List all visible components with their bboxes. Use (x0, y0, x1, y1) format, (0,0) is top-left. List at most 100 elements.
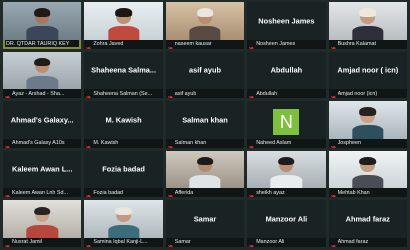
participant-video (84, 200, 163, 238)
participant-tile[interactable]: Fozia badad Fozia badad (84, 150, 163, 198)
participant-tile[interactable]: Mehtab Khan (328, 150, 407, 198)
participant-label: Nosheen James (247, 39, 326, 49)
participant-tile[interactable]: DR. QTDAR TAURIQ KEY (3, 2, 82, 49)
person-silhouette (189, 8, 221, 40)
participant-display-name: Manzoor Ali (265, 214, 308, 224)
participant-label: Afferida (165, 188, 245, 198)
muted-mic-icon (4, 90, 11, 99)
participant-tile[interactable]: Nusrat Jamil (3, 200, 82, 247)
participant-name: Bushra Kalamat (337, 41, 376, 48)
muted-mic-icon (330, 90, 337, 99)
participant-video (328, 101, 407, 139)
participant-name: DR. QTDAR TAURIQ KEY (6, 41, 70, 48)
participant-tile[interactable]: Nosheen James Nosheen James (247, 2, 326, 49)
person-silhouette (107, 8, 140, 40)
muted-mic-icon (4, 239, 11, 247)
participant-tile[interactable]: Shaheena Salma... Shaheena Salman (Se... (84, 51, 163, 99)
muted-mic-icon (4, 189, 11, 198)
participant-label: Mehtab Khan (328, 188, 407, 198)
participant-name: Naheed Aslam (256, 140, 292, 147)
participant-label: naseem kausar (165, 39, 245, 49)
muted-mic-icon (249, 90, 255, 99)
participant-name: Nusrat Jamil (12, 239, 42, 246)
participant-tile[interactable]: Ayaz - Arshad - Sha... (3, 51, 82, 99)
participant-tile[interactable]: sheikh ayaz (247, 150, 326, 198)
participant-tile[interactable]: Zohra Javed (84, 2, 163, 49)
participant-name: Ahmad faraz (337, 239, 369, 246)
participant-tile[interactable]: Samar Samar (165, 200, 245, 247)
muted-mic-icon (249, 239, 255, 247)
participant-name: Manzoor Ali (256, 239, 285, 246)
participant-tile[interactable]: asif ayub asif ayub (165, 51, 245, 99)
participant-display-name: Fozia badad (102, 164, 145, 174)
participant-label: Jospheen (328, 138, 407, 148)
participant-tile[interactable]: Ahmad faraz Ahmad faraz (328, 200, 407, 247)
avatar: N (273, 109, 300, 136)
participant-tile[interactable]: naseem kausar (165, 2, 245, 49)
participant-label: Ayaz - Arshad - Sha... (3, 89, 82, 99)
participant-label: Amjad noor (icn) (328, 89, 407, 99)
participant-tile[interactable]: N Naheed Aslam (247, 101, 326, 148)
participant-label: Salman khan (165, 138, 245, 148)
participant-name: Jospheen (337, 140, 361, 147)
participant-label: Nusrat Jamil (3, 237, 82, 247)
muted-mic-icon (86, 140, 92, 148)
muted-mic-icon (330, 41, 337, 49)
video-grid: DR. QTDAR TAURIQ KEY Zohra Javed naseem ka… (0, 0, 410, 250)
participant-label: Ahmad's Galaxy A10s (3, 138, 82, 148)
participant-label: Samina Iqbal Kanji-L... (84, 237, 163, 247)
participant-tile[interactable]: Abdullah Abdullah (247, 51, 326, 99)
participant-label: Fozia badad (84, 188, 163, 198)
muted-mic-icon (4, 140, 11, 148)
participant-name: Ahmad's Galaxy A10s (12, 140, 65, 147)
participant-label: sheikh ayaz (247, 188, 326, 198)
muted-mic-icon (86, 189, 92, 198)
participant-tile[interactable]: Salman khan Salman khan (165, 101, 245, 148)
participant-video (3, 200, 82, 238)
participant-tile[interactable]: M. Kawish M. Kawish (84, 101, 163, 148)
participant-label: Abdullah (247, 89, 326, 99)
muted-mic-icon (249, 41, 255, 49)
participant-name: Samina Iqbal Kanji-L... (93, 239, 148, 246)
person-silhouette (107, 206, 140, 238)
participant-video (165, 2, 245, 40)
participant-tile[interactable]: Samina Iqbal Kanji-L... (84, 200, 163, 247)
participant-tile[interactable]: Jospheen (328, 101, 407, 148)
participant-tile[interactable]: Kaleem Awan L... Kaleem Awan Lnh Sd... (3, 150, 82, 198)
participant-tile[interactable]: Manzoor Ali Manzoor Ali (247, 200, 326, 247)
participant-display-name: Salman khan (182, 115, 228, 125)
person-silhouette (189, 156, 221, 189)
participant-display-name: Ahmad's Galaxy... (10, 115, 74, 125)
participant-tile[interactable]: Ahmad's Galaxy... Ahmad's Galaxy A10s (3, 101, 82, 148)
muted-mic-icon (330, 140, 337, 148)
participant-name: M. Kawish (93, 140, 119, 147)
muted-mic-icon (167, 41, 174, 49)
muted-mic-icon (167, 189, 174, 198)
participant-name: Amjad noor (icn) (337, 90, 378, 97)
muted-mic-icon (330, 239, 337, 247)
muted-mic-icon (330, 189, 337, 198)
participant-label: Shaheena Salman (Se... (84, 89, 163, 99)
muted-mic-icon (86, 239, 92, 247)
muted-mic-icon (86, 90, 92, 99)
muted-mic-icon (249, 189, 255, 198)
participant-label: Kaleem Awan Lnh Sd... (3, 188, 82, 198)
participant-video (165, 150, 245, 189)
person-silhouette (352, 156, 384, 189)
participant-video (247, 150, 326, 189)
participant-label: Ahmad faraz (328, 237, 407, 247)
participant-label: Naheed Aslam (247, 138, 326, 148)
participant-name: Zohra Javed (93, 41, 124, 48)
muted-mic-icon (86, 41, 92, 49)
participant-label: M. Kawish (84, 138, 163, 148)
participant-name: Afferida (174, 189, 194, 196)
muted-mic-icon (167, 140, 174, 148)
participant-label: Zohra Javed (84, 39, 163, 49)
participant-label: asif ayub (165, 89, 245, 99)
participant-tile[interactable]: Bushra Kalamat (328, 2, 407, 49)
participant-display-name: Samar (193, 214, 217, 224)
participant-tile[interactable]: Amjad noor ( icn) Amjad noor (icn) (328, 51, 407, 99)
participant-tile[interactable]: Afferida (165, 150, 245, 198)
participant-name: Kaleem Awan Lnh Sd... (12, 189, 68, 196)
muted-mic-icon (167, 239, 174, 247)
